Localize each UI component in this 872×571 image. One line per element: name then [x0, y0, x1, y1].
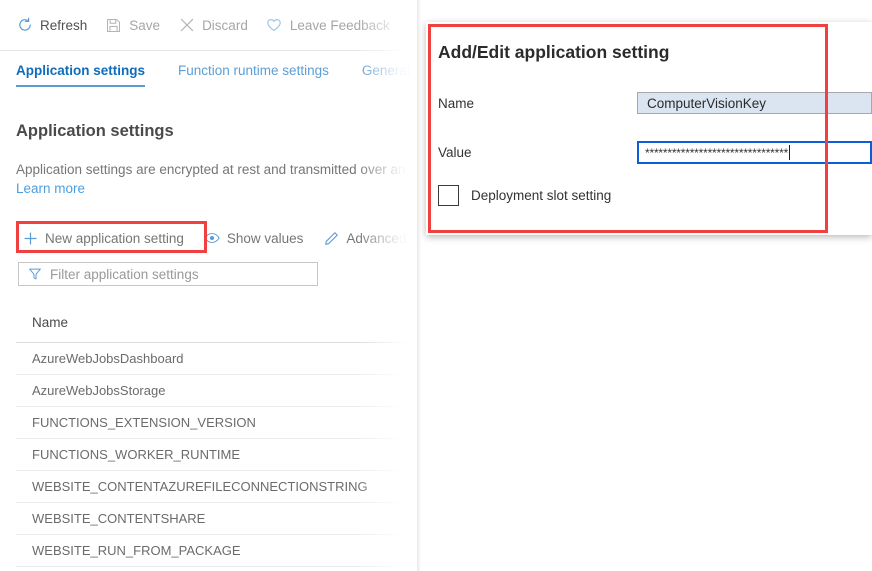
table-row[interactable]: WEBSITE_CONTENTAZUREFILECONNECTIONSTRING — [16, 471, 417, 503]
deployment-slot-setting-row[interactable]: Deployment slot setting — [438, 185, 611, 206]
table-column-header-name: Name — [32, 315, 69, 330]
table-row[interactable]: WEBSITE_RUN_FROM_PACKAGE — [16, 535, 417, 567]
filter-icon — [28, 267, 42, 281]
discard-label: Discard — [202, 17, 248, 33]
discard-button[interactable]: Discard — [178, 17, 248, 34]
save-button[interactable]: Save — [105, 17, 160, 34]
settings-table: AzureWebJobsDashboard AzureWebJobsStorag… — [16, 343, 417, 567]
table-row[interactable]: AzureWebJobsDashboard — [16, 343, 417, 375]
panel-edge-shadow — [417, 0, 421, 571]
setting-name: WEBSITE_RUN_FROM_PACKAGE — [32, 543, 241, 558]
refresh-icon — [16, 17, 33, 34]
refresh-label: Refresh — [40, 17, 88, 33]
pencil-icon — [323, 230, 339, 246]
page-title: Application settings — [16, 122, 174, 140]
tab-general-label: General — [361, 63, 410, 78]
section-description: Application settings are encrypted at re… — [16, 162, 406, 177]
name-field[interactable]: ComputerVisionKey — [637, 92, 872, 114]
setting-name: WEBSITE_CONTENTSHARE — [32, 511, 206, 526]
settings-tabs: Application settings Function runtime se… — [16, 63, 417, 99]
name-field-label: Name — [438, 96, 475, 111]
application-settings-blade: Refresh Save Discard Leave Feedback Appl… — [0, 0, 417, 571]
leave-feedback-button[interactable]: Leave Feedback — [266, 17, 390, 34]
table-row[interactable]: AzureWebJobsStorage — [16, 375, 417, 407]
filter-input[interactable]: Filter application settings — [18, 262, 318, 286]
close-icon — [178, 17, 195, 34]
new-application-setting-label: New application setting — [45, 230, 184, 246]
tab-application-settings[interactable]: Application settings — [16, 63, 146, 87]
heart-icon — [266, 17, 283, 34]
tab-function-runtime-settings[interactable]: Function runtime settings — [178, 63, 329, 87]
command-bar-divider — [0, 50, 417, 51]
add-edit-application-setting-dialog: Add/Edit application setting Name Comput… — [426, 22, 872, 235]
advanced-button[interactable]: Advanced — [323, 230, 406, 246]
value-field-label: Value — [438, 145, 472, 160]
save-icon — [105, 17, 122, 34]
learn-more-link[interactable]: Learn more — [16, 181, 85, 196]
leave-feedback-label: Leave Feedback — [289, 17, 390, 33]
command-bar: Refresh Save Discard Leave Feedback — [0, 0, 417, 50]
filter-placeholder: Filter application settings — [50, 266, 199, 282]
plus-icon — [22, 230, 38, 246]
setting-name: FUNCTIONS_WORKER_RUNTIME — [32, 447, 241, 462]
show-values-label: Show values — [226, 230, 304, 246]
dialog-title: Add/Edit application setting — [438, 42, 670, 62]
advanced-label: Advanced — [346, 230, 407, 246]
eye-icon — [204, 230, 220, 246]
setting-name: AzureWebJobsStorage — [32, 383, 166, 398]
value-field-value: ******************************** — [645, 145, 789, 160]
table-row[interactable]: FUNCTIONS_EXTENSION_VERSION — [16, 407, 417, 439]
setting-name: FUNCTIONS_EXTENSION_VERSION — [32, 415, 256, 430]
tab-application-settings-label: Application settings — [16, 63, 146, 78]
text-cursor — [789, 145, 791, 160]
table-row[interactable]: FUNCTIONS_WORKER_RUNTIME — [16, 439, 417, 471]
setting-name: AzureWebJobsDashboard — [32, 351, 184, 366]
show-values-button[interactable]: Show values — [204, 230, 304, 246]
refresh-button[interactable]: Refresh — [16, 17, 87, 34]
settings-action-row: New application setting Show values Adva… — [22, 227, 417, 249]
table-row[interactable]: WEBSITE_CONTENTSHARE — [16, 503, 417, 535]
setting-name: WEBSITE_CONTENTAZUREFILECONNECTIONSTRING — [32, 479, 368, 494]
value-field[interactable]: ******************************** — [637, 141, 872, 164]
save-label: Save — [129, 17, 161, 33]
tab-general[interactable]: General — [362, 63, 410, 87]
name-field-value: ComputerVisionKey — [647, 95, 767, 111]
tab-function-runtime-settings-label: Function runtime settings — [178, 63, 329, 78]
new-application-setting-button[interactable]: New application setting — [22, 230, 184, 246]
deployment-slot-setting-label: Deployment slot setting — [471, 188, 612, 203]
deployment-slot-setting-checkbox[interactable] — [438, 185, 459, 206]
